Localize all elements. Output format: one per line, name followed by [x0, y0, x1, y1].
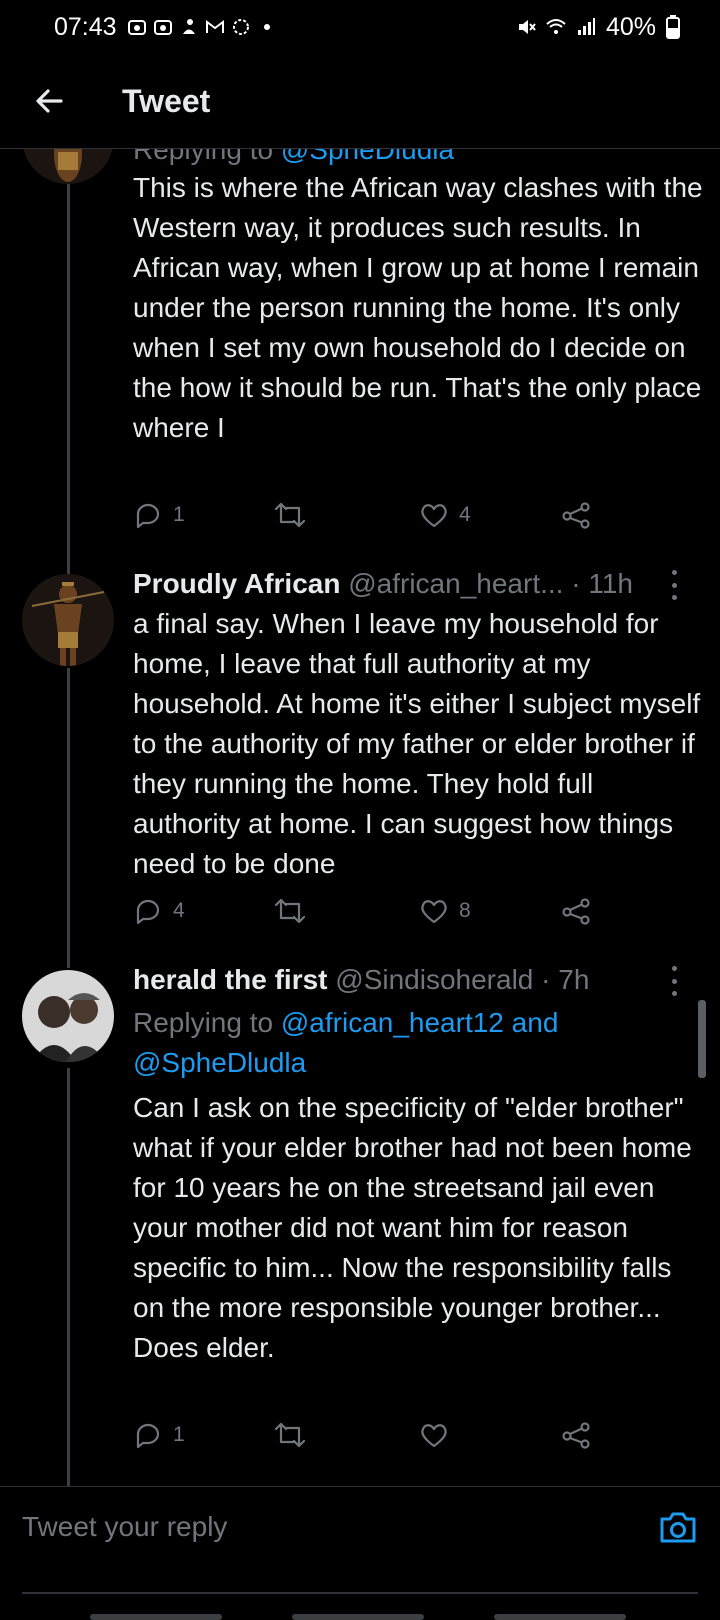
thread-connector [67, 1068, 70, 1486]
like-button[interactable] [419, 1420, 459, 1450]
tweet-time: · 11h [571, 568, 633, 599]
avatar[interactable] [22, 574, 114, 666]
display-name[interactable]: Proudly African [133, 568, 340, 599]
wifi-icon [546, 19, 566, 34]
reply-button[interactable]: 4 [133, 896, 185, 926]
like-button[interactable]: 8 [419, 896, 471, 926]
replying-prefix: Replying to [133, 148, 281, 165]
heart-icon [421, 504, 447, 528]
reply-icon [136, 503, 160, 529]
signal-icon [577, 18, 595, 35]
battery-percent: 40% [605, 12, 656, 41]
replying-to: Replying to @SpheDludla [133, 148, 693, 170]
thread-connector [67, 184, 70, 574]
status-right: 40% [516, 13, 680, 42]
retweet-icon [274, 502, 306, 528]
user-handle[interactable]: @african_heart... [348, 568, 563, 599]
heart-icon [421, 900, 447, 924]
tweet-meta: herald the first @Sindisoherald · 7h [133, 962, 693, 998]
settings-notification-icon [232, 19, 249, 35]
reply-count: 4 [173, 899, 185, 922]
share-icon [562, 898, 590, 925]
replying-prefix: Replying to [133, 1007, 281, 1038]
status-time: 07:43 [54, 12, 117, 41]
nav-gesture-back[interactable] [494, 1614, 626, 1620]
tweet-text: This is where the African way clashes wi… [133, 172, 703, 443]
scrollbar-thumb[interactable] [698, 1000, 706, 1078]
like-button[interactable]: 4 [419, 500, 471, 530]
mention-link[interactable]: @african_heart12 [281, 1007, 504, 1038]
mention-link[interactable]: @SpheDludla [133, 1047, 306, 1078]
mute-icon [518, 20, 536, 34]
thread-connector [67, 668, 70, 968]
retweet-button[interactable] [273, 1420, 317, 1450]
display-name[interactable]: herald the first [133, 964, 327, 995]
retweet-icon [274, 898, 306, 924]
avatar[interactable] [22, 970, 114, 1062]
top-app-bar: Tweet [0, 54, 720, 149]
share-icon [562, 1422, 590, 1449]
back-arrow-icon [36, 89, 63, 113]
instagram-icon [127, 20, 146, 35]
reply-button[interactable]: 1 [133, 1420, 185, 1450]
share-button[interactable] [561, 1420, 591, 1450]
camera-icon[interactable] [656, 1505, 700, 1549]
battery-icon [666, 15, 680, 39]
more-notifications-dot-icon [263, 24, 270, 30]
tweet-thread[interactable]: Replying to @SpheDludla This is where th… [0, 148, 720, 1486]
reply-icon [136, 899, 160, 925]
tweet-text: Can I ask on the specificity of "elder b… [133, 1092, 692, 1363]
page-title: Tweet [122, 82, 211, 119]
share-button[interactable] [561, 500, 591, 530]
share-icon [562, 502, 590, 529]
avatar-image [22, 970, 114, 1062]
retweet-button[interactable] [273, 896, 317, 926]
reply-input[interactable]: Tweet your reply [22, 1511, 227, 1543]
nav-gesture-recent[interactable] [90, 1614, 222, 1620]
replying-to: Replying to @african_heart12 and @SpheDlu… [133, 1003, 693, 1083]
like-count: 8 [459, 899, 471, 922]
tweet-meta: Proudly African @african_heart... · 11h [133, 566, 693, 602]
tweet-actions: 4 8 [133, 896, 613, 932]
retweet-icon [274, 1422, 306, 1448]
reply-composer[interactable]: Tweet your reply [0, 1486, 720, 1567]
status-left: 07:43 [54, 13, 277, 42]
more-options-button[interactable] [664, 966, 684, 996]
heart-icon [421, 1424, 447, 1448]
user-handle[interactable]: @Sindisoherald [335, 964, 533, 995]
tweet-actions: 1 [133, 1420, 613, 1456]
gmail-icon [205, 20, 224, 33]
reply-count: 1 [173, 503, 185, 526]
reply-count: 1 [173, 1423, 185, 1446]
replying-and: and [503, 1007, 559, 1038]
tweet-actions: 1 4 [133, 500, 613, 536]
status-bar: 07:43 40% [0, 0, 720, 54]
reply-icon [136, 1423, 160, 1449]
notification-icons [127, 17, 277, 37]
reply-button[interactable]: 1 [133, 500, 185, 530]
retweet-button[interactable] [273, 500, 317, 530]
more-options-button[interactable] [664, 570, 684, 600]
tweet-text: a final say. When I leave my household f… [133, 608, 701, 879]
instagram-icon-2 [153, 20, 172, 35]
tweet-time: · 7h [541, 964, 590, 995]
like-count: 4 [459, 503, 471, 526]
share-button[interactable] [561, 896, 591, 926]
back-button[interactable] [24, 76, 74, 126]
avatar-image [22, 148, 114, 184]
avatar-image [22, 574, 114, 666]
nav-gesture-home[interactable] [292, 1614, 424, 1620]
reply-divider [22, 1592, 698, 1594]
notification-app-icon [182, 19, 195, 34]
mention-link[interactable]: @SpheDludla [281, 148, 454, 165]
avatar[interactable] [22, 148, 114, 184]
